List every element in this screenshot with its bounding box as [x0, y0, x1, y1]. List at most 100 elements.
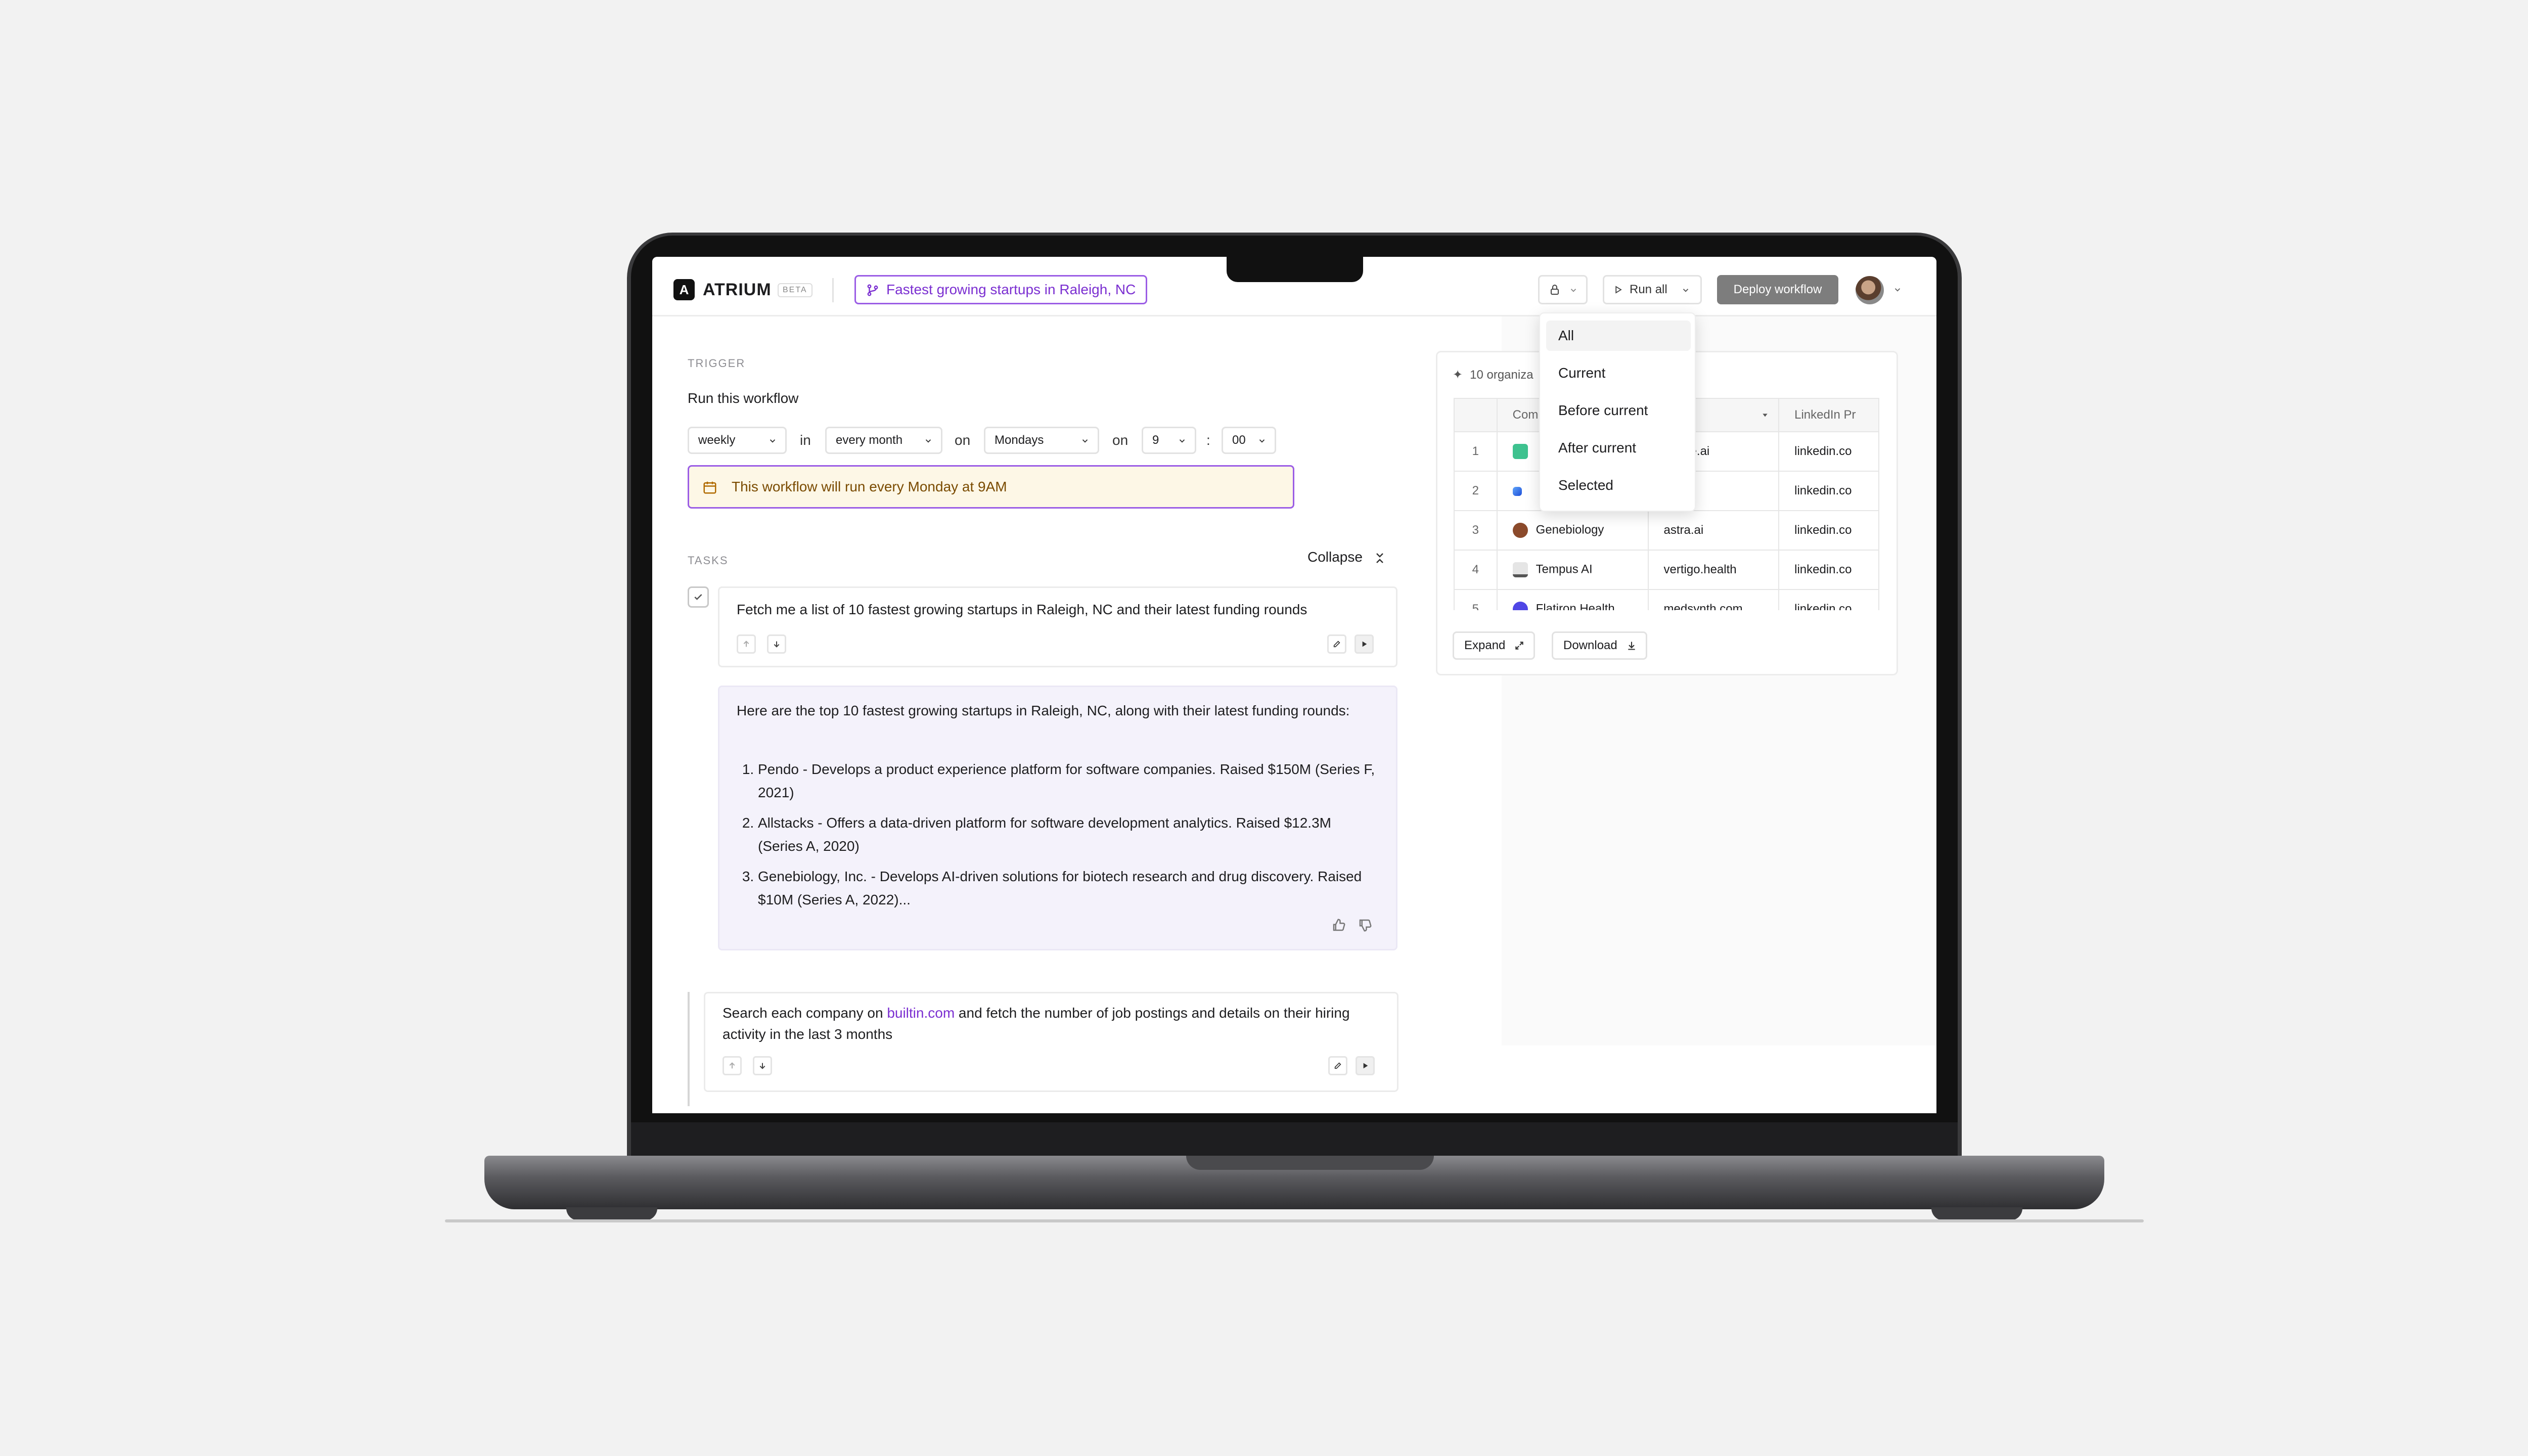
day-value: Mondays: [995, 433, 1044, 447]
answer-item: Pendo - Develops a product experience pl…: [758, 758, 1379, 804]
chevron-down-icon: [1570, 289, 1576, 292]
company-cell: Genebiology: [1496, 510, 1649, 551]
thumbs-up-icon[interactable]: [1331, 918, 1346, 933]
play-icon: [1363, 1063, 1368, 1069]
menu-item-selected[interactable]: Selected: [1546, 470, 1691, 500]
calendar-icon: [703, 481, 716, 494]
check-icon: [694, 594, 702, 600]
run-task-button[interactable]: [1355, 634, 1374, 654]
answer-item: Allstacks - Offers a data-driven platfor…: [758, 811, 1379, 858]
day-select[interactable]: Mondays: [984, 427, 1099, 454]
company-name: Flatiron Health: [1536, 602, 1615, 610]
move-up-button[interactable]: [737, 634, 756, 654]
results-pane-lower: [1502, 1045, 1936, 1113]
chevron-down-icon: [770, 439, 776, 443]
play-icon: [1615, 286, 1622, 294]
menu-item-before-current[interactable]: Before current: [1546, 395, 1691, 426]
website-cell: medsynth.com: [1647, 589, 1780, 610]
row-number: 1: [1454, 431, 1498, 472]
download-label: Download: [1563, 639, 1617, 652]
table-row[interactable]: 5 Flatiron Health medsynth.com linkedin.…: [1454, 589, 1879, 610]
row-number: 3: [1454, 510, 1498, 551]
task-text: Fetch me a list of 10 fastest growing st…: [737, 602, 1307, 617]
pencil-icon: [1333, 641, 1340, 648]
company-name: Genebiology: [1536, 523, 1604, 537]
linkedin-cell: linkedin.co: [1778, 550, 1879, 590]
branch-icon: [867, 284, 878, 296]
expand-button[interactable]: Expand: [1453, 631, 1536, 660]
menu-item-current[interactable]: Current: [1546, 358, 1691, 388]
lock-icon: [1551, 285, 1559, 295]
word-on: on: [1112, 432, 1128, 448]
time-colon: :: [1206, 432, 1210, 448]
move-down-button[interactable]: [753, 1056, 772, 1075]
laptop-foot-right: [1931, 1207, 2022, 1220]
column-header[interactable]: LinkedIn Pr: [1778, 398, 1879, 432]
minute-select[interactable]: 00: [1222, 427, 1276, 454]
minute-value: 00: [1232, 433, 1246, 447]
schedule-notice: This workflow will run every Monday at 9…: [688, 465, 1294, 509]
atrium-logo-icon: A: [673, 279, 695, 300]
app-logo-text: ATRIUM: [703, 280, 772, 299]
arrow-down-icon: [774, 641, 780, 648]
table-row[interactable]: 3 Genebiology astra.ai linkedin.co: [1454, 510, 1879, 551]
download-button[interactable]: Download: [1552, 631, 1647, 660]
workflow-editor: TRIGGER Run this workflow weekly in ever…: [652, 316, 1502, 1113]
frequency-select[interactable]: weekly: [688, 427, 787, 454]
company-name: Tempus AI: [1536, 562, 1593, 576]
hour-value: 9: [1152, 433, 1159, 447]
task-checkbox[interactable]: [688, 586, 709, 608]
edit-task-button[interactable]: [1328, 1056, 1347, 1075]
move-up-button[interactable]: [723, 1056, 742, 1075]
run-all-menu: All Current Before current After current…: [1539, 312, 1696, 512]
lock-button[interactable]: [1538, 275, 1588, 304]
task-card[interactable]: Fetch me a list of 10 fastest growing st…: [718, 586, 1397, 667]
company-logo-icon: [1512, 486, 1522, 496]
run-all-label: Run all: [1630, 283, 1667, 296]
schedule-notice-text: This workflow will run every Monday at 9…: [732, 479, 1007, 494]
builtin-link[interactable]: builtin.com: [887, 1005, 955, 1021]
task-card[interactable]: Search each company on builtin.com and f…: [704, 992, 1398, 1092]
linkedin-cell: linkedin.co: [1778, 589, 1879, 610]
answer-intro: Here are the top 10 fastest growing star…: [737, 703, 1350, 718]
company-logo-icon: [1512, 602, 1528, 610]
answer-item: Genebiology, Inc. - Develops AI-driven s…: [758, 865, 1379, 912]
task-rail: [688, 992, 690, 1106]
row-number: 4: [1454, 550, 1498, 590]
company-logo-icon: [1512, 444, 1528, 459]
table-row[interactable]: 4 Tempus AI vertigo.health linkedin.co: [1454, 550, 1879, 590]
menu-item-all[interactable]: All: [1546, 321, 1691, 351]
screen: A ATRIUM BETA Fastest growing startups i…: [652, 257, 1936, 1113]
deploy-workflow-button[interactable]: Deploy workflow: [1717, 275, 1838, 304]
company-logo-icon: [1512, 562, 1528, 577]
chevron-down-icon: [1259, 439, 1265, 443]
menu-item-after-current[interactable]: After current: [1546, 433, 1691, 463]
trigger-section-label: TRIGGER: [688, 357, 746, 370]
arrow-up-icon: [743, 641, 749, 647]
user-avatar[interactable]: [1856, 276, 1884, 304]
run-task-button[interactable]: [1356, 1056, 1375, 1075]
move-down-button[interactable]: [767, 634, 786, 654]
expand-icon: [1515, 642, 1524, 650]
word-on: on: [955, 432, 971, 448]
hour-select[interactable]: 9: [1142, 427, 1196, 454]
period-select[interactable]: every month: [825, 427, 942, 454]
laptop-chin: [631, 1122, 1958, 1157]
results-count: 10 organiza: [1470, 368, 1533, 382]
collapse-button[interactable]: Collapse: [1307, 547, 1386, 567]
edit-task-button[interactable]: [1327, 634, 1346, 654]
workflow-name-chip[interactable]: Fastest growing startups in Raleigh, NC: [854, 275, 1148, 304]
expand-label: Expand: [1464, 639, 1506, 652]
linkedin-cell: linkedin.co: [1778, 471, 1879, 511]
website-cell: astra.ai: [1647, 510, 1780, 551]
thumbs-down-icon[interactable]: [1358, 918, 1373, 933]
task-text-part: Search each company on: [723, 1005, 887, 1021]
chevron-down-icon: [1179, 439, 1185, 443]
chevron-down-icon[interactable]: [1893, 285, 1902, 294]
collapse-label: Collapse: [1307, 549, 1363, 565]
run-all-button[interactable]: Run all: [1603, 275, 1702, 304]
chevron-down-icon: [1683, 289, 1689, 292]
beta-badge: BETA: [778, 283, 812, 297]
word-in: in: [800, 432, 811, 448]
website-cell: vertigo.health: [1647, 550, 1780, 590]
